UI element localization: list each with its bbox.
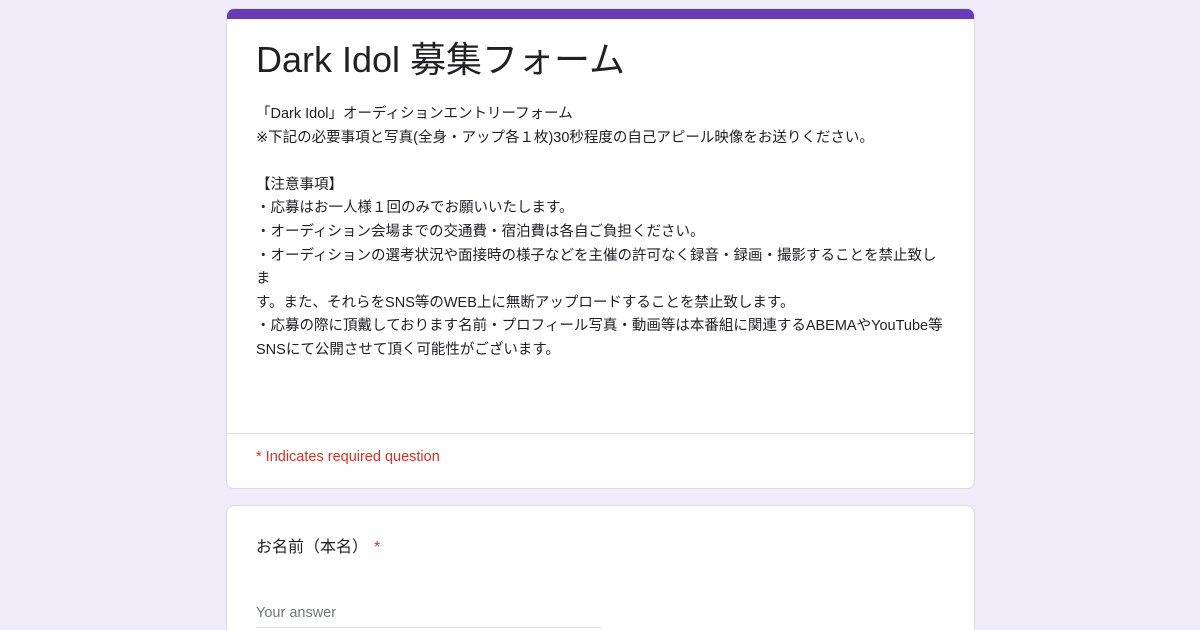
form-page: Dark Idol 募集フォーム 「Dark Idol」オーディションエントリー…	[0, 0, 1200, 630]
form-header-card: Dark Idol 募集フォーム 「Dark Idol」オーディションエントリー…	[226, 8, 975, 489]
required-asterisk: *	[374, 539, 381, 556]
form-title: Dark Idol 募集フォーム	[256, 39, 625, 80]
form-description: 「Dark Idol」オーディションエントリーフォーム ※下記の必要事項と写真(…	[256, 106, 943, 358]
question-card-name: お名前（本名） *	[226, 505, 975, 630]
header-divider	[227, 433, 974, 434]
question-label: お名前（本名）	[256, 539, 369, 556]
question-title: お名前（本名） *	[256, 536, 380, 560]
name-answer-input[interactable]	[256, 598, 601, 628]
header-accent-bar	[227, 9, 974, 19]
required-question-note: * Indicates required question	[256, 449, 440, 465]
